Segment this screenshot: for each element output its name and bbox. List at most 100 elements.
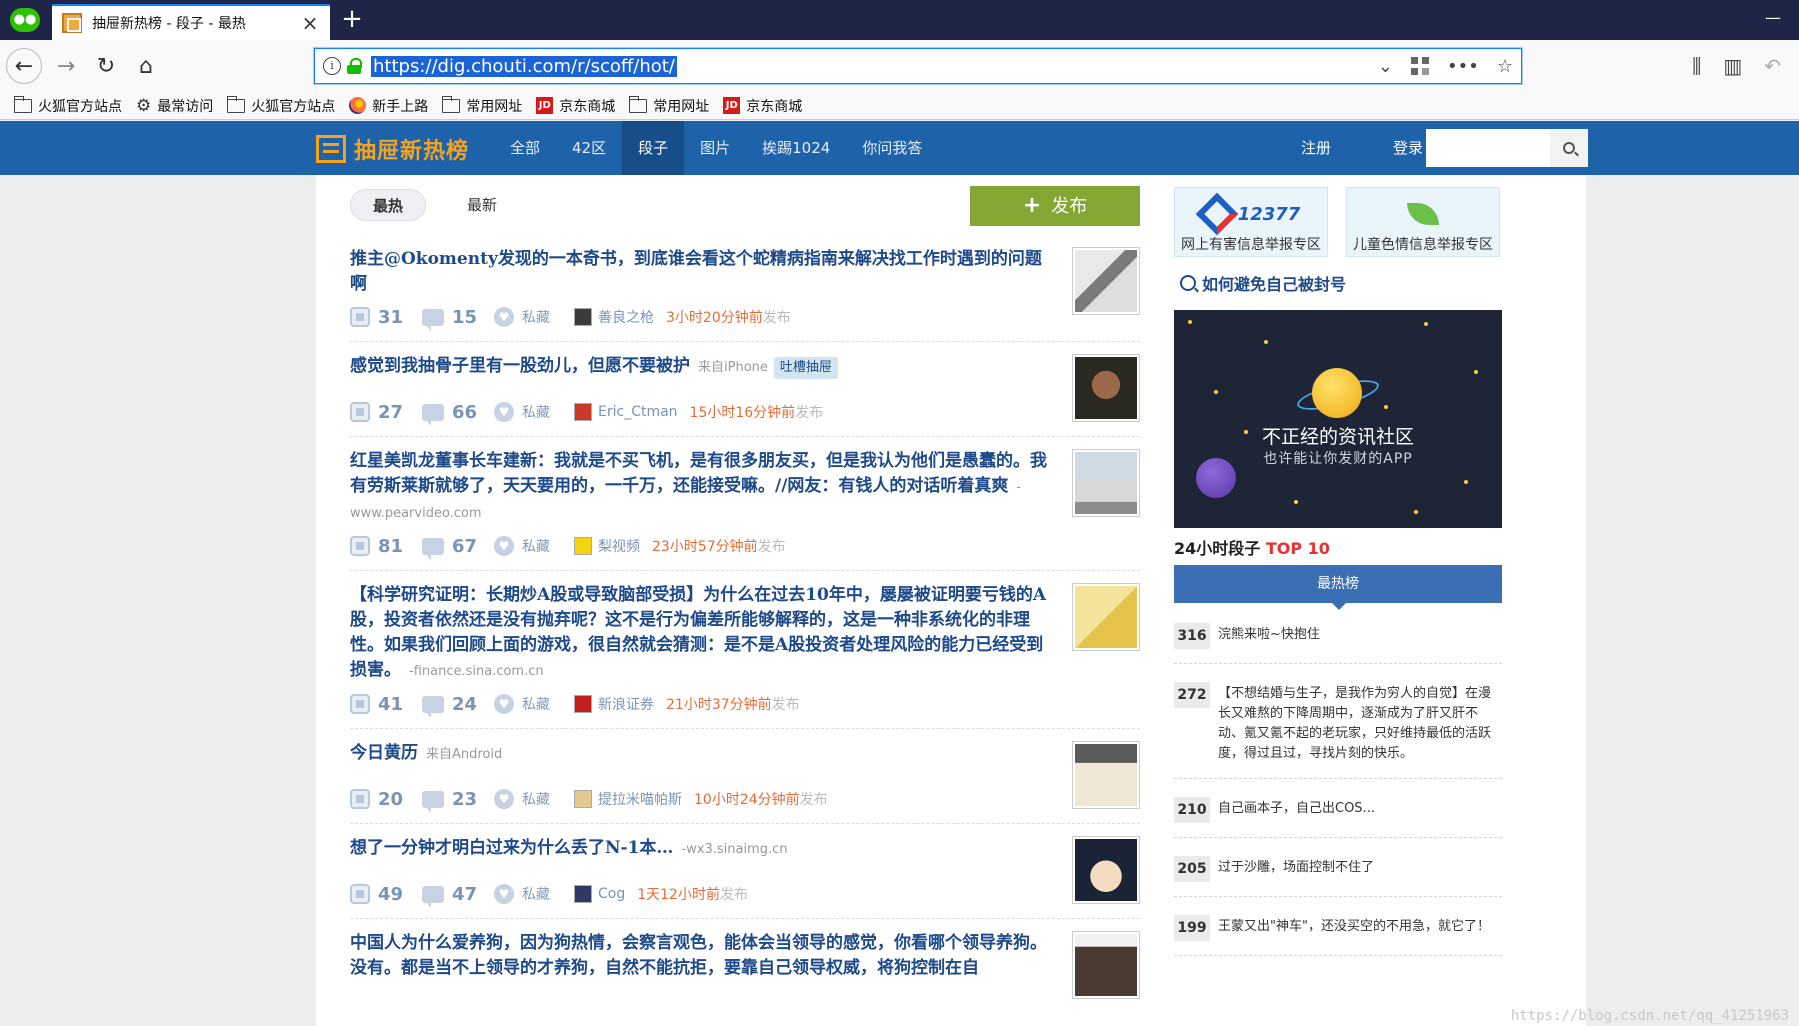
qr-code-icon[interactable] bbox=[1411, 57, 1429, 75]
item-thumbnail[interactable] bbox=[1072, 931, 1140, 999]
lock-icon[interactable] bbox=[347, 58, 362, 74]
wechat-icon[interactable]: ●● bbox=[10, 8, 40, 32]
item-title-link[interactable]: 今日黄历 bbox=[350, 743, 418, 763]
bookmark-item[interactable]: 新手上路 bbox=[349, 96, 428, 116]
favorite-button[interactable]: ♥ 私藏 bbox=[494, 307, 574, 327]
child-porn-report-link[interactable]: 儿童色情信息举报专区 bbox=[1346, 187, 1500, 257]
site-nav: 全部 42区 段子 图片 挨踢1024 你问我答 bbox=[494, 121, 938, 175]
hot-list-item[interactable]: 316 浣熊来啦~快抱住 bbox=[1174, 615, 1502, 664]
harmful-info-report-link[interactable]: 12377 网上有害信息举报专区 bbox=[1174, 187, 1328, 257]
like-button[interactable]: 20 bbox=[350, 789, 422, 810]
item-title-link[interactable]: 想了一分钟才明白过来为什么丢了N-1本… bbox=[350, 838, 673, 858]
chevron-down-icon[interactable]: ⌄ bbox=[1378, 56, 1393, 77]
app-promo-banner[interactable]: 不正经的资讯社区 也许能让你发财的APP bbox=[1174, 310, 1502, 528]
page-actions-icon[interactable]: ••• bbox=[1447, 56, 1479, 77]
tab-hot-list[interactable]: 最热榜 bbox=[1174, 565, 1502, 610]
site-search-input[interactable] bbox=[1426, 129, 1550, 167]
bookmark-item[interactable]: JD 京东商城 bbox=[723, 96, 802, 116]
back-arrow-icon[interactable]: ← bbox=[6, 48, 42, 84]
comment-button[interactable]: 23 bbox=[422, 789, 494, 813]
item-thumbnail[interactable] bbox=[1072, 836, 1140, 904]
hot-list-item[interactable]: 210 自己画本子，自己出COS... bbox=[1174, 789, 1502, 838]
site-search-button[interactable] bbox=[1550, 129, 1588, 167]
12377-logo-icon bbox=[1195, 192, 1238, 236]
author-link[interactable]: 新浪证券 bbox=[574, 694, 654, 714]
thumbs-up-icon bbox=[350, 402, 370, 422]
bookmark-item[interactable]: JD 京东商城 bbox=[536, 96, 615, 116]
comment-button[interactable]: 24 bbox=[422, 694, 494, 718]
address-bar[interactable]: i https://dig.chouti.com/r/scoff/hot/ ⌄ … bbox=[314, 48, 1522, 84]
hot-list-item[interactable]: 205 过于沙雕，场面控制不住了 bbox=[1174, 848, 1502, 897]
new-tab-icon[interactable]: + bbox=[340, 4, 364, 34]
author-link[interactable]: Eric_Ctman bbox=[574, 403, 678, 421]
bookmark-item[interactable]: 火狐官方站点 bbox=[226, 95, 335, 116]
nav-pictures[interactable]: 图片 bbox=[684, 121, 746, 175]
comment-icon bbox=[422, 537, 444, 560]
nav-it1024[interactable]: 挨踢1024 bbox=[746, 121, 846, 175]
item-title-link[interactable]: 感觉到我抽骨子里有一股劲儿，但愿不要被护 bbox=[350, 356, 690, 376]
thumbs-up-icon bbox=[350, 307, 370, 327]
nav-all[interactable]: 全部 bbox=[494, 121, 556, 175]
tab-newest[interactable]: 最新 bbox=[444, 189, 520, 221]
comment-icon bbox=[422, 308, 444, 331]
comment-button[interactable]: 15 bbox=[422, 307, 494, 331]
item-thumbnail[interactable] bbox=[1072, 583, 1140, 651]
item-thumbnail[interactable] bbox=[1072, 741, 1140, 809]
favorite-button[interactable]: ♥ 私藏 bbox=[494, 694, 574, 714]
comment-button[interactable]: 66 bbox=[422, 402, 494, 426]
url-text[interactable]: https://dig.chouti.com/r/scoff/hot/ bbox=[371, 55, 677, 77]
like-button[interactable]: 27 bbox=[350, 402, 422, 423]
avoid-ban-link[interactable]: 如何避免自己被封号 bbox=[1180, 271, 1346, 295]
reload-icon[interactable]: ↻ bbox=[90, 50, 122, 82]
post-time: 10小时24分钟前 bbox=[694, 792, 800, 808]
thumbs-up-icon bbox=[350, 789, 370, 809]
library-icon[interactable]: ⫼ bbox=[1692, 54, 1701, 78]
favorite-button[interactable]: ♥ 私藏 bbox=[494, 884, 574, 904]
item-title-link[interactable]: 推主@Okomenty发现的一本奇书，到底谁会看这个蛇精病指南来解决找工作时遇到… bbox=[350, 249, 1042, 294]
item-thumbnail[interactable] bbox=[1072, 247, 1140, 315]
register-link[interactable]: 注册 bbox=[1270, 121, 1362, 175]
browser-tab-active[interactable]: 抽屉新热榜 - 段子 - 最热 × bbox=[52, 4, 330, 40]
nav-qa[interactable]: 你问我答 bbox=[846, 121, 938, 175]
forward-arrow-icon[interactable]: → bbox=[50, 50, 82, 82]
bookmark-item[interactable]: 常用网址 bbox=[628, 95, 709, 116]
item-tag[interactable]: 吐槽抽屉 bbox=[773, 357, 838, 379]
favorite-button[interactable]: ♥ 私藏 bbox=[494, 789, 574, 809]
favorite-button[interactable]: ♥ 私藏 bbox=[494, 536, 574, 556]
like-button[interactable]: 41 bbox=[350, 694, 422, 715]
nav-42[interactable]: 42区 bbox=[556, 121, 622, 175]
folder-icon bbox=[226, 95, 246, 113]
minimize-window-icon[interactable]: — bbox=[1765, 8, 1781, 27]
sidebar-toggle-icon[interactable]: ▥ bbox=[1723, 54, 1742, 78]
comment-button[interactable]: 67 bbox=[422, 536, 494, 560]
item-title-link[interactable]: 中国人为什么爱养狗，因为狗热情，会察言观色，能体会当领导的感觉，你看哪个领导养狗… bbox=[350, 933, 1047, 978]
author-link[interactable]: Cog bbox=[574, 885, 625, 903]
tab-hottest[interactable]: 最热 bbox=[350, 189, 426, 221]
like-button[interactable]: 49 bbox=[350, 884, 422, 905]
item-thumbnail[interactable] bbox=[1072, 449, 1140, 517]
post-time: 15小时16分钟前 bbox=[689, 405, 796, 421]
home-icon[interactable]: ⌂ bbox=[130, 50, 162, 82]
bookmark-item[interactable]: 火狐官方站点 bbox=[13, 95, 122, 116]
undo-arrow-icon[interactable]: ↶ bbox=[1764, 54, 1781, 78]
site-logo[interactable]: 抽屉新热榜 bbox=[316, 133, 469, 165]
bookmark-star-icon[interactable]: ☆ bbox=[1497, 56, 1513, 77]
publish-button[interactable]: + 发布 bbox=[970, 186, 1140, 226]
hot-list-item[interactable]: 199 王蒙又出"神车"，还没买空的不用急，就它了！ bbox=[1174, 907, 1502, 956]
item-title-link[interactable]: 红星美凯龙董事长车建新：我就是不买飞机，是有很多朋友买，但是我认为他们是愚蠢的。… bbox=[350, 451, 1047, 496]
site-header: 抽屉新热榜 全部 42区 段子 图片 挨踢1024 你问我答 注册 登录 bbox=[0, 121, 1799, 175]
like-button[interactable]: 31 bbox=[350, 307, 422, 328]
author-link[interactable]: 善良之枪 bbox=[574, 307, 654, 327]
close-tab-icon[interactable]: × bbox=[300, 11, 320, 35]
item-thumbnail[interactable] bbox=[1072, 354, 1140, 422]
author-link[interactable]: 梨视频 bbox=[574, 536, 640, 556]
favorite-button[interactable]: ♥ 私藏 bbox=[494, 402, 574, 422]
page-info-icon[interactable]: i bbox=[323, 57, 341, 75]
nav-jokes[interactable]: 段子 bbox=[622, 121, 685, 175]
comment-button[interactable]: 47 bbox=[422, 884, 494, 908]
author-link[interactable]: 提拉米喵帕斯 bbox=[574, 789, 682, 809]
bookmark-item[interactable]: 常用网址 bbox=[441, 95, 522, 116]
bookmark-item[interactable]: ⚙ 最常访问 bbox=[136, 96, 213, 116]
like-button[interactable]: 81 bbox=[350, 536, 422, 557]
hot-list-item[interactable]: 272 【不想结婚与生子，是我作为穷人的自觉】在漫长又难熬的下降周期中，逐渐成为了… bbox=[1174, 674, 1502, 779]
